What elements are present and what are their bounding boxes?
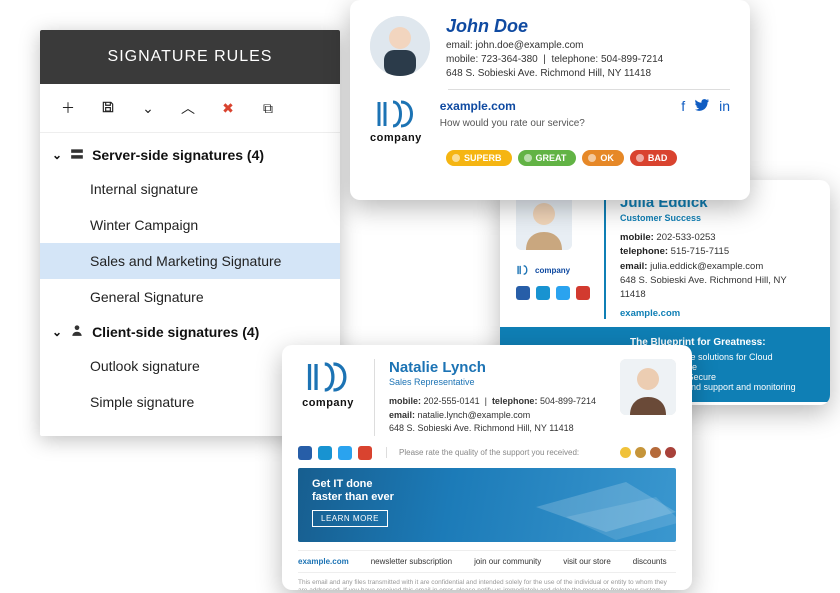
contact-title: Customer Success [620,213,814,223]
contact-details: mobile: 202-555-0141 | telephone: 504-89… [389,395,604,436]
rate-bad-button[interactable]: BAD [630,150,678,166]
group-label: Server-side signatures (4) [92,147,264,163]
rate-great-button[interactable]: GREAT [518,150,577,166]
promo-banner[interactable]: Get IT donefaster than ever LEARN MORE [298,468,676,542]
footer-link[interactable]: join our community [474,557,541,566]
youtube-icon[interactable] [576,286,590,300]
panel-title: SIGNATURE RULES [40,30,340,84]
close-icon: ✖ [222,100,234,117]
save-icon [101,100,115,117]
avatar [620,359,676,415]
social-icons [298,446,372,460]
twitter-icon[interactable] [338,446,352,460]
rule-item[interactable]: Winter Campaign [40,207,340,243]
banner-graphic [506,468,676,542]
footer-link[interactable]: newsletter subscription [371,557,452,566]
save-button[interactable] [88,94,128,122]
rule-item[interactable]: Sales and Marketing Signature [40,243,340,279]
rate-superb-button[interactable]: SUPERB [446,150,512,166]
plus-icon: ＋ [61,98,75,118]
footer-link[interactable]: example.com [298,557,349,566]
chevron-down-icon: ⌄ [142,100,154,117]
duplicate-button[interactable]: ⧉ [248,94,288,122]
footer-links: example.com newsletter subscription join… [298,550,676,573]
rate-face-great-icon[interactable] [620,447,631,458]
disclaimer: This email and any files transmitted wit… [298,579,676,591]
social-icons [516,286,590,300]
website-link[interactable]: example.com [440,99,516,113]
linkedin-icon[interactable]: in [719,98,730,114]
facebook-icon[interactable] [298,446,312,460]
linkedin-icon[interactable] [536,286,550,300]
linkedin-icon[interactable] [318,446,332,460]
signature-preview-john: John Doe email: john.doe@example.com mob… [350,0,750,200]
facebook-icon[interactable]: f [681,98,685,114]
avatar [516,194,572,250]
duplicate-icon: ⧉ [263,100,273,117]
twitter-icon[interactable] [695,98,709,114]
contact-name: John Doe [446,16,663,37]
delete-button[interactable]: ✖ [208,94,248,122]
group-server-side[interactable]: ⌄ Server-side signatures (4) [40,139,340,171]
footer-link[interactable]: visit our store [563,557,611,566]
twitter-icon[interactable] [556,286,570,300]
server-icon [70,147,84,163]
rate-ok-button[interactable]: OK [582,150,624,166]
footer-link[interactable]: discounts [633,557,667,566]
rate-face-good-icon[interactable] [635,447,646,458]
learn-more-button[interactable]: LEARN MORE [312,510,388,527]
contact-name: Natalie Lynch [389,359,604,376]
google-icon[interactable] [358,446,372,460]
facebook-icon[interactable] [516,286,530,300]
company-logo: company [298,359,358,436]
divider [448,89,730,90]
add-button[interactable]: ＋ [48,94,88,122]
user-icon [70,323,84,340]
rule-item[interactable]: General Signature [40,279,340,315]
contact-address: 648 S. Sobieski Ave. Richmond Hill, NY 1… [446,68,663,79]
chevron-down-icon: ⌄ [52,325,62,339]
rate-question: How would you rate our service? [440,118,730,129]
move-up-button[interactable]: ︿ [168,94,208,122]
rules-toolbar: ＋ ⌄ ︿ ✖ ⧉ [40,84,340,133]
contact-phone: mobile: 723-364-380 | telephone: 504-899… [446,54,663,65]
rate-face-bad-icon[interactable] [665,447,676,458]
company-logo: company [516,264,590,276]
rule-item[interactable]: Internal signature [40,171,340,207]
contact-details: mobile: 202-533-0253 telephone: 515-715-… [620,231,814,302]
avatar [370,16,430,76]
chevron-up-icon: ︿ [181,98,195,118]
rate-face-ok-icon[interactable] [650,447,661,458]
signature-preview-natalie: company Natalie Lynch Sales Representati… [282,345,692,590]
contact-title: Sales Representative [389,377,604,387]
contact-email: email: john.doe@example.com [446,40,663,51]
rate-question: Please rate the quality of the support y… [399,448,579,457]
move-down-button[interactable]: ⌄ [128,94,168,122]
group-label: Client-side signatures (4) [92,324,259,340]
website-link[interactable]: example.com [620,308,680,319]
company-logo: company [370,98,422,144]
group-client-side[interactable]: ⌄ Client-side signatures (4) [40,315,340,348]
chevron-down-icon: ⌄ [52,148,62,162]
